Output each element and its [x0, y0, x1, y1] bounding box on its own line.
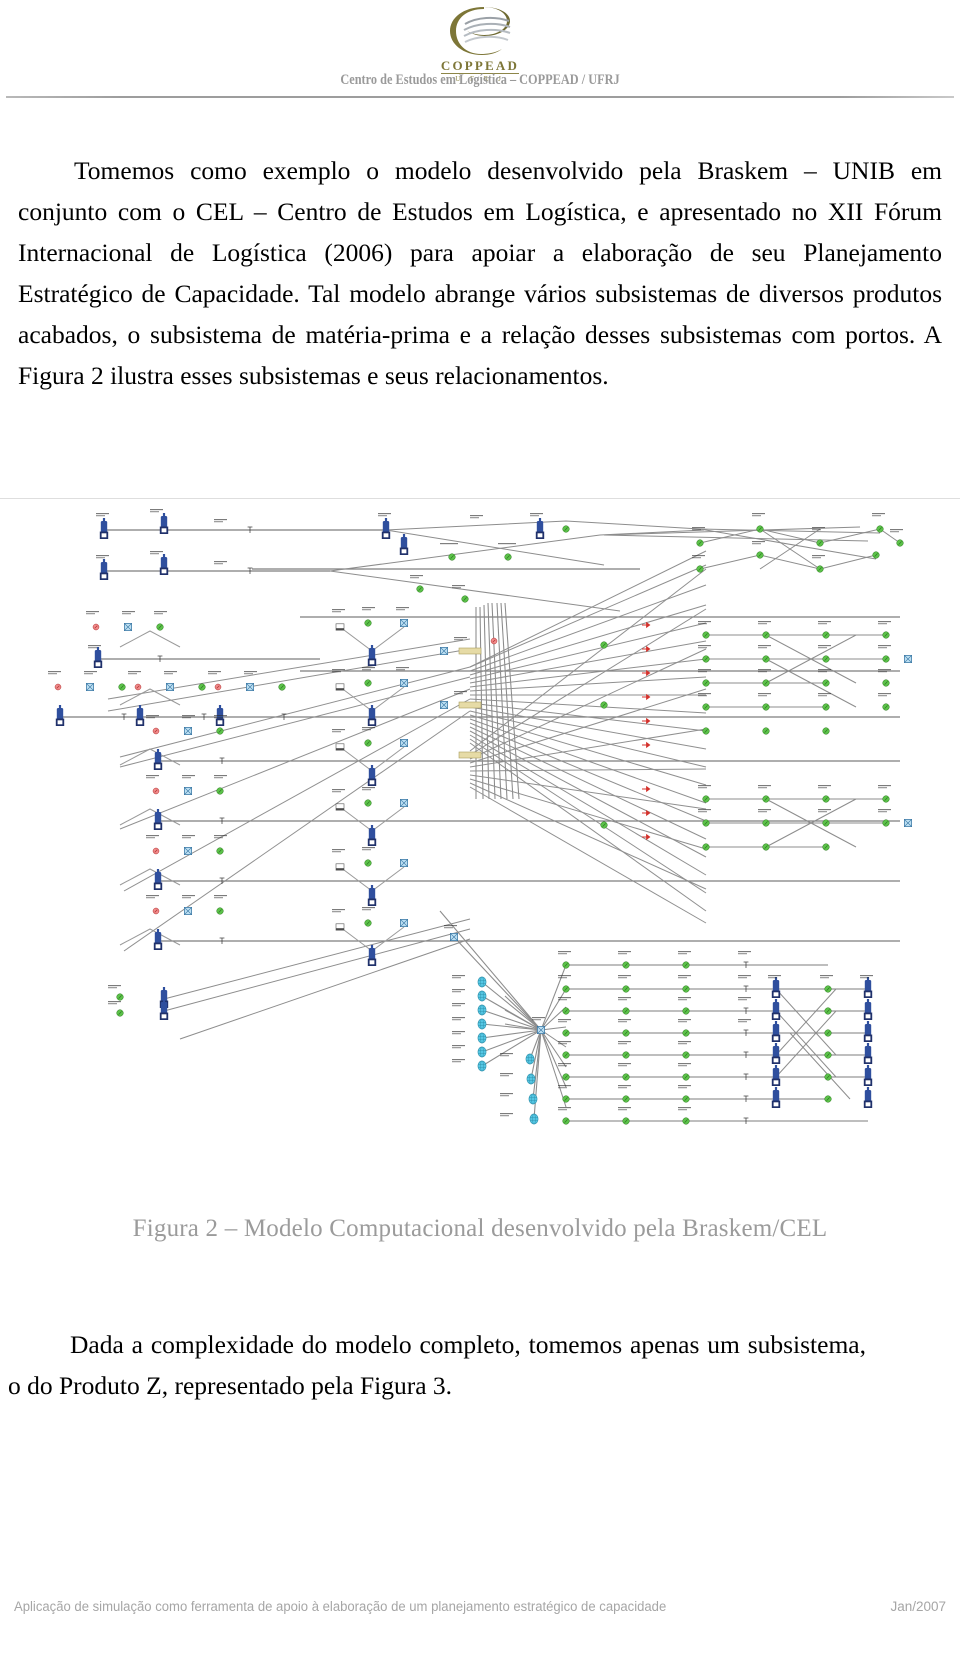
- header-divider: [6, 96, 954, 98]
- figure-caption: Figura 2 – Modelo Computacional desenvol…: [132, 1215, 828, 1242]
- footer-title: Aplicação de simulação como ferramenta d…: [14, 1599, 667, 1614]
- page-footer: Aplicação de simulação como ferramenta d…: [14, 1598, 946, 1616]
- coppead-logo-mark-icon: [437, 4, 523, 58]
- figure-2-model-diagram: [0, 498, 960, 1127]
- paragraph-closing: Dada a complexidade do modelo completo, …: [8, 1329, 866, 1400]
- footer-date: Jan/2007: [890, 1599, 946, 1614]
- paragraph-intro: Tomemos como exemplo o modelo desenvolvi…: [18, 155, 942, 390]
- document-page: COPPEAD U F R J Centro de Estudos em Log…: [0, 0, 960, 1656]
- page-header: COPPEAD U F R J Centro de Estudos em Log…: [0, 0, 960, 100]
- header-title: Centro de Estudos em Logística – COPPEAD…: [340, 72, 620, 88]
